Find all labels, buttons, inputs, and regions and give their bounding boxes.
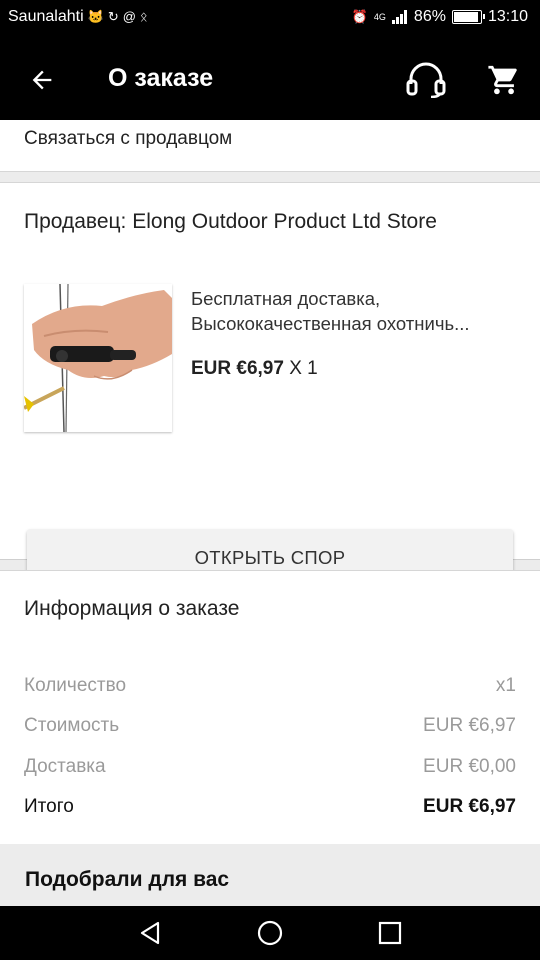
content-scroll[interactable]: Связаться с продавцом Продавец: Elong Ou… xyxy=(0,120,540,906)
arrow-left-icon xyxy=(32,70,52,90)
order-row-total: Итого EUR €6,97 xyxy=(24,796,516,818)
alarm-icon: ⏰ xyxy=(351,9,368,24)
back-button[interactable] xyxy=(20,58,64,102)
nav-home-button[interactable] xyxy=(250,914,290,952)
nav-back-icon xyxy=(140,921,160,945)
contact-seller-card: Связаться с продавцом xyxy=(0,120,540,172)
cart-button[interactable] xyxy=(482,58,526,102)
row-value: EUR €6,97 xyxy=(423,715,516,736)
seller-name[interactable]: Продавец: Elong Outdoor Product Ltd Stor… xyxy=(24,210,437,234)
nav-recents-button[interactable] xyxy=(370,914,410,952)
status-left: Saunalahti 🐱 ↻ @ ᛟ xyxy=(8,8,148,26)
order-row-shipping: Доставка EUR €0,00 xyxy=(24,756,516,778)
cart-icon xyxy=(488,65,517,95)
ok-icon: ᛟ xyxy=(139,9,148,24)
nav-home-icon xyxy=(257,920,283,946)
app-bar: О заказе xyxy=(0,36,540,120)
row-label: Стоимость xyxy=(24,715,120,736)
carrier-name: Saunalahti xyxy=(8,8,84,25)
product-description[interactable]: Бесплатная доставка, Высококачественная … xyxy=(191,286,521,336)
at-icon: @ xyxy=(122,9,136,24)
product-image[interactable] xyxy=(24,284,172,432)
order-info-card: Информация о заказе Количество x1 Стоимо… xyxy=(0,570,540,844)
product-quantity: X 1 xyxy=(289,358,318,379)
total-label: Итого xyxy=(24,796,74,817)
sync-icon: ↻ xyxy=(107,9,119,24)
support-button[interactable] xyxy=(402,58,450,102)
total-value: EUR €6,97 xyxy=(423,796,516,817)
status-bar: Saunalahti 🐱 ↻ @ ᛟ ⏰ 4G 86% 13:10 xyxy=(0,0,540,36)
cat-notification-icon: 🐱 xyxy=(87,9,104,24)
product-desc-line1: Бесплатная доставка, xyxy=(191,288,381,309)
product-photo xyxy=(24,284,172,432)
signal-icon xyxy=(391,10,408,24)
status-right: ⏰ 4G 86% 13:10 xyxy=(352,8,528,26)
battery-percent: 86% xyxy=(413,8,446,25)
contact-seller-link[interactable]: Связаться с продавцом xyxy=(24,128,232,150)
product-desc-line2: Высококачественная охотничь... xyxy=(191,313,470,334)
order-row-quantity: Количество x1 xyxy=(24,675,516,697)
nav-recents-icon xyxy=(378,921,402,945)
product-price-row: EUR €6,97 X 1 xyxy=(191,358,318,380)
page-title: О заказе xyxy=(108,64,214,92)
row-value: EUR €0,00 xyxy=(423,756,516,777)
product-price: EUR €6,97 xyxy=(191,358,284,379)
nav-back-button[interactable] xyxy=(130,914,170,952)
row-value: x1 xyxy=(495,675,516,696)
recommendations-title: Подобрали для вас xyxy=(25,868,230,891)
battery-icon xyxy=(451,10,485,24)
system-nav-bar xyxy=(0,906,540,960)
network-type: 4G xyxy=(373,12,386,22)
seller-card: Продавец: Elong Outdoor Product Ltd Stor… xyxy=(0,182,540,587)
clock: 13:10 xyxy=(487,8,528,25)
headset-icon xyxy=(406,62,446,98)
row-label: Количество xyxy=(24,675,127,696)
order-row-cost: Стоимость EUR €6,97 xyxy=(24,715,516,737)
row-label: Доставка xyxy=(24,756,106,777)
recommendations-section: Подобрали для вас xyxy=(0,844,540,906)
order-info-title: Информация о заказе xyxy=(24,597,240,620)
